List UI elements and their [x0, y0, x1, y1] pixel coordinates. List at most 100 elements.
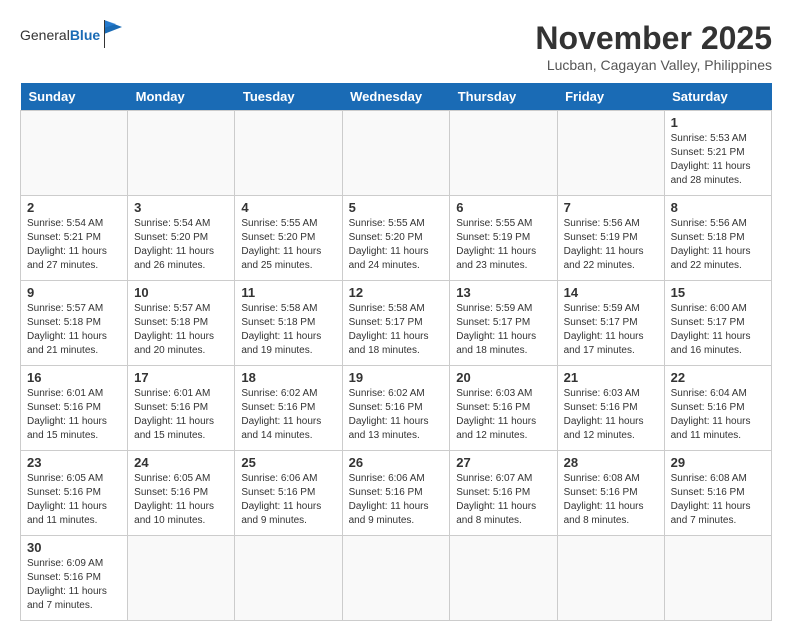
- date-number: 6: [456, 200, 550, 215]
- day-info: Sunrise: 6:08 AM Sunset: 5:16 PM Dayligh…: [564, 472, 658, 528]
- logo: GeneralBlue: [20, 20, 134, 50]
- day-cell: 10 Sunrise: 5:57 AM Sunset: 5:18 PM Dayli…: [128, 281, 235, 366]
- day-cell: 28Sunrise: 6:08 AM Sunset: 5:16 PM Dayli…: [557, 451, 664, 536]
- week-row-4: 16 Sunrise: 6:01 AM Sunset: 5:16 PM Dayli…: [21, 366, 772, 451]
- week-row-5: 23 Sunrise: 6:05 AM Sunset: 5:16 PM Dayli…: [21, 451, 772, 536]
- calendar-subtitle: Lucban, Cagayan Valley, Philippines: [535, 57, 772, 73]
- day-info: Sunrise: 6:01 AM Sunset: 5:16 PM Dayligh…: [27, 387, 121, 443]
- header: GeneralBlue November 2025 Lucban, Cagaya…: [20, 20, 772, 73]
- day-cell: 23 Sunrise: 6:05 AM Sunset: 5:16 PM Dayli…: [21, 451, 128, 536]
- date-number: 26: [349, 455, 444, 470]
- day-cell: [342, 111, 450, 196]
- day-info: Sunrise: 5:53 AM Sunset: 5:21 PM Dayligh…: [671, 132, 765, 188]
- day-cell: 30 Sunrise: 6:09 AM Sunset: 5:16 PM Dayli…: [21, 536, 128, 621]
- week-row-2: 2 Sunrise: 5:54 AM Sunset: 5:21 PM Daylig…: [21, 196, 772, 281]
- day-cell: [557, 111, 664, 196]
- day-cell: 21Sunrise: 6:03 AM Sunset: 5:16 PM Dayli…: [557, 366, 664, 451]
- day-cell: 11 Sunrise: 5:58 AM Sunset: 5:18 PM Dayli…: [235, 281, 342, 366]
- date-number: 19: [349, 370, 444, 385]
- day-cell: 9Sunrise: 5:57 AM Sunset: 5:18 PM Daylig…: [21, 281, 128, 366]
- date-number: 8: [671, 200, 765, 215]
- day-cell: 26Sunrise: 6:06 AM Sunset: 5:16 PM Dayli…: [342, 451, 450, 536]
- date-number: 30: [27, 540, 121, 555]
- date-number: 3: [134, 200, 228, 215]
- day-cell: 15 Sunrise: 6:00 AM Sunset: 5:17 PM Dayli…: [664, 281, 771, 366]
- logo-flag-icon: [104, 20, 134, 50]
- day-info: Sunrise: 5:54 AM Sunset: 5:21 PM Dayligh…: [27, 217, 121, 273]
- header-tuesday: Tuesday: [235, 83, 342, 111]
- date-number: 7: [564, 200, 658, 215]
- day-cell: 16 Sunrise: 6:01 AM Sunset: 5:16 PM Dayli…: [21, 366, 128, 451]
- day-cell: 25 Sunrise: 6:06 AM Sunset: 5:16 PM Dayli…: [235, 451, 342, 536]
- date-number: 10: [134, 285, 228, 300]
- day-info: Sunrise: 6:03 AM Sunset: 5:16 PM Dayligh…: [564, 387, 658, 443]
- day-info: Sunrise: 5:55 AM Sunset: 5:20 PM Dayligh…: [241, 217, 335, 273]
- date-number: 22: [671, 370, 765, 385]
- day-cell: 22 Sunrise: 6:04 AM Sunset: 5:16 PM Dayli…: [664, 366, 771, 451]
- day-cell: 6Sunrise: 5:55 AM Sunset: 5:19 PM Daylig…: [450, 196, 557, 281]
- day-cell: 1 Sunrise: 5:53 AM Sunset: 5:21 PM Daylig…: [664, 111, 771, 196]
- day-info: Sunrise: 5:57 AM Sunset: 5:18 PM Dayligh…: [134, 302, 228, 358]
- day-cell: 7 Sunrise: 5:56 AM Sunset: 5:19 PM Daylig…: [557, 196, 664, 281]
- date-number: 15: [671, 285, 765, 300]
- date-number: 23: [27, 455, 121, 470]
- header-row: Sunday Monday Tuesday Wednesday Thursday…: [21, 83, 772, 111]
- date-number: 20: [456, 370, 550, 385]
- day-cell: [21, 111, 128, 196]
- header-wednesday: Wednesday: [342, 83, 450, 111]
- header-monday: Monday: [128, 83, 235, 111]
- day-cell: [342, 536, 450, 621]
- week-row-3: 9Sunrise: 5:57 AM Sunset: 5:18 PM Daylig…: [21, 281, 772, 366]
- day-info: Sunrise: 6:06 AM Sunset: 5:16 PM Dayligh…: [241, 472, 335, 528]
- date-number: 13: [456, 285, 550, 300]
- date-number: 25: [241, 455, 335, 470]
- date-number: 12: [349, 285, 444, 300]
- day-cell: 12Sunrise: 5:58 AM Sunset: 5:17 PM Dayli…: [342, 281, 450, 366]
- day-info: Sunrise: 6:00 AM Sunset: 5:17 PM Dayligh…: [671, 302, 765, 358]
- day-cell: 27 Sunrise: 6:07 AM Sunset: 5:16 PM Dayli…: [450, 451, 557, 536]
- date-number: 1: [671, 115, 765, 130]
- day-cell: 8Sunrise: 5:56 AM Sunset: 5:18 PM Daylig…: [664, 196, 771, 281]
- day-cell: 3Sunrise: 5:54 AM Sunset: 5:20 PM Daylig…: [128, 196, 235, 281]
- day-info: Sunrise: 6:04 AM Sunset: 5:16 PM Dayligh…: [671, 387, 765, 443]
- day-info: Sunrise: 5:57 AM Sunset: 5:18 PM Dayligh…: [27, 302, 121, 358]
- day-info: Sunrise: 5:56 AM Sunset: 5:19 PM Dayligh…: [564, 217, 658, 273]
- day-cell: [664, 536, 771, 621]
- header-friday: Friday: [557, 83, 664, 111]
- day-cell: [235, 111, 342, 196]
- day-cell: 24 Sunrise: 6:05 AM Sunset: 5:16 PM Dayli…: [128, 451, 235, 536]
- date-number: 2: [27, 200, 121, 215]
- day-info: Sunrise: 5:59 AM Sunset: 5:17 PM Dayligh…: [456, 302, 550, 358]
- header-thursday: Thursday: [450, 83, 557, 111]
- date-number: 11: [241, 285, 335, 300]
- day-cell: 19Sunrise: 6:02 AM Sunset: 5:16 PM Dayli…: [342, 366, 450, 451]
- day-info: Sunrise: 6:01 AM Sunset: 5:16 PM Dayligh…: [134, 387, 228, 443]
- day-cell: [557, 536, 664, 621]
- day-cell: [450, 536, 557, 621]
- day-cell: 13 Sunrise: 5:59 AM Sunset: 5:17 PM Dayli…: [450, 281, 557, 366]
- header-saturday: Saturday: [664, 83, 771, 111]
- day-info: Sunrise: 5:55 AM Sunset: 5:20 PM Dayligh…: [349, 217, 444, 273]
- day-cell: 4Sunrise: 5:55 AM Sunset: 5:20 PM Daylig…: [235, 196, 342, 281]
- calendar-title: November 2025: [535, 20, 772, 57]
- day-cell: [128, 111, 235, 196]
- day-info: Sunrise: 5:58 AM Sunset: 5:18 PM Dayligh…: [241, 302, 335, 358]
- date-number: 16: [27, 370, 121, 385]
- day-info: Sunrise: 5:59 AM Sunset: 5:17 PM Dayligh…: [564, 302, 658, 358]
- date-number: 27: [456, 455, 550, 470]
- day-cell: 17Sunrise: 6:01 AM Sunset: 5:16 PM Dayli…: [128, 366, 235, 451]
- calendar-table: Sunday Monday Tuesday Wednesday Thursday…: [20, 83, 772, 621]
- day-cell: 5 Sunrise: 5:55 AM Sunset: 5:20 PM Daylig…: [342, 196, 450, 281]
- date-number: 18: [241, 370, 335, 385]
- date-number: 14: [564, 285, 658, 300]
- day-info: Sunrise: 6:05 AM Sunset: 5:16 PM Dayligh…: [134, 472, 228, 528]
- week-row-6: 30 Sunrise: 6:09 AM Sunset: 5:16 PM Dayli…: [21, 536, 772, 621]
- day-info: Sunrise: 6:05 AM Sunset: 5:16 PM Dayligh…: [27, 472, 121, 528]
- day-cell: 2 Sunrise: 5:54 AM Sunset: 5:21 PM Daylig…: [21, 196, 128, 281]
- day-info: Sunrise: 6:07 AM Sunset: 5:16 PM Dayligh…: [456, 472, 550, 528]
- date-number: 5: [349, 200, 444, 215]
- day-info: Sunrise: 6:09 AM Sunset: 5:16 PM Dayligh…: [27, 557, 121, 613]
- day-cell: 29Sunrise: 6:08 AM Sunset: 5:16 PM Dayli…: [664, 451, 771, 536]
- date-number: 24: [134, 455, 228, 470]
- day-cell: [450, 111, 557, 196]
